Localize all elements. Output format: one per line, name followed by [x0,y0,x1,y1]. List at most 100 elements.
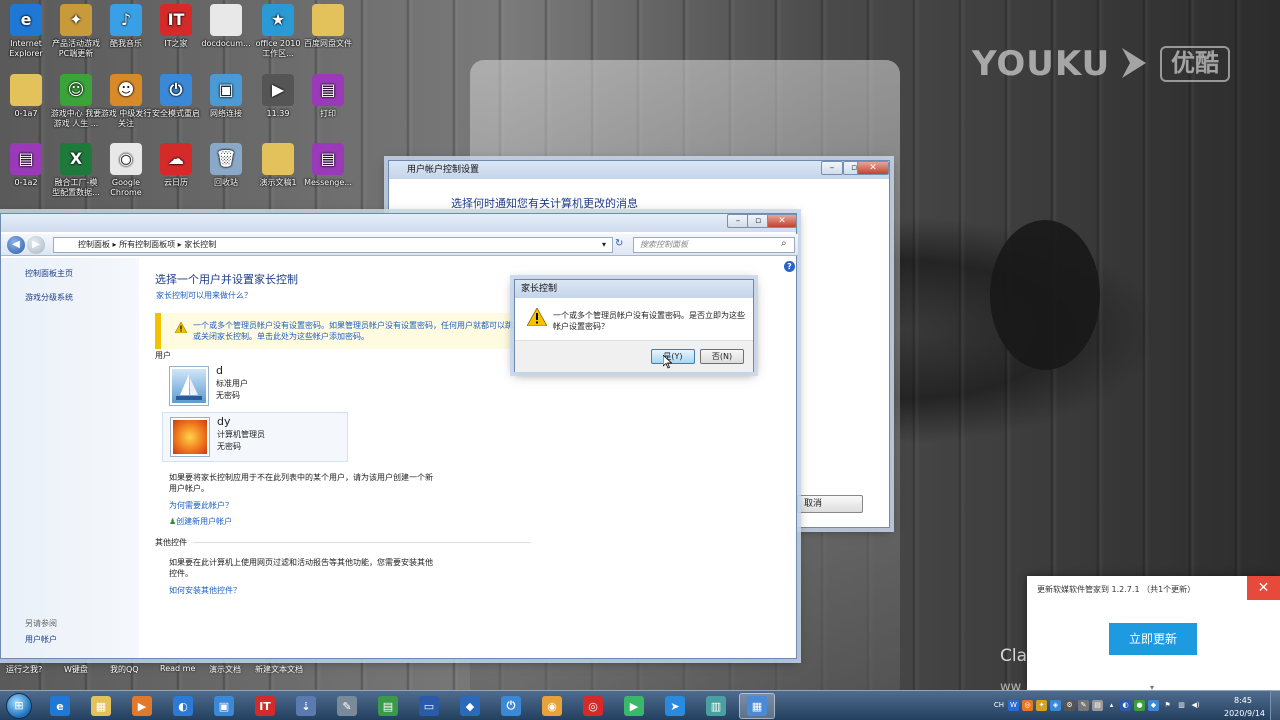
taskbar-app-control-panel[interactable]: ▦ [739,693,775,719]
input-method-icon[interactable]: W [1008,700,1019,711]
quick-link[interactable]: W键盘 [64,664,88,675]
close-button[interactable]: ✕ [767,214,797,228]
forward-arrow-icon[interactable]: ▶ [27,236,45,254]
desktop-icon[interactable]: ☺ 游戏中心 我要游戏 人生 ... [50,74,102,129]
show-hidden-icons-icon[interactable]: ▴ [1106,700,1117,711]
dialog-titlebar[interactable]: 家长控制 [515,280,753,298]
tray-app-icon[interactable]: ✎ [1078,700,1089,711]
cancel-button[interactable]: 取消 [797,495,863,513]
create-account-link[interactable]: ♟创建新用户帐户 [169,516,232,527]
no-button[interactable]: 否(N) [700,349,744,364]
language-indicator[interactable]: CH [992,700,1006,711]
desktop-icon[interactable]: docdocum... [200,4,252,49]
quick-link[interactable]: 演示文档 [209,664,241,675]
tray-app-icon[interactable]: ◎ [1022,700,1033,711]
desktop-icon[interactable]: ★ office 2010 工作区... [252,4,304,59]
taskbar-app-it-home[interactable]: IT [247,693,283,719]
user-tile-dy[interactable]: dy 计算机管理员 无密码 [162,412,348,462]
minimize-button[interactable]: – [727,214,749,228]
desktop-icon[interactable]: ♪ 酷我音乐 [100,4,152,49]
tray-app-icon[interactable]: ◈ [1050,700,1061,711]
sidebar-item-user-accounts[interactable]: 用户帐户 [25,634,57,645]
desktop-icon[interactable]: X 融合工厂-模 型配置数据... [50,143,102,198]
taskbar-app-file-explorer[interactable]: ▦ [83,693,119,719]
desktop-icon[interactable]: 百度网盘文件 [302,4,354,49]
taskbar-app-power-app[interactable]: ⏻ [493,693,529,719]
help-icon[interactable]: ? [784,261,795,272]
flag-icon[interactable]: ⚑ [1162,700,1173,711]
what-can-do-link[interactable]: 家长控制可以用来做什么？ [156,290,252,301]
desktop-icon[interactable]: 🗑 回收站 [200,143,252,188]
show-desktop-button[interactable] [1270,690,1280,720]
network-icon[interactable]: ▥ [1176,700,1187,711]
quick-link[interactable]: 运行之我? [6,664,42,675]
tray-app-icon[interactable]: ⚙ [1064,700,1075,711]
user-tile-d[interactable]: d 标准用户 无密码 [162,362,348,412]
desktop-icon[interactable]: ▤ 0-1a2 [0,143,52,188]
install-other-controls-link[interactable]: 如何安装其他控件？ [169,585,241,596]
desktop-icon[interactable]: 0-1a7 [0,74,52,119]
close-button[interactable]: ✕ [857,161,889,175]
clock-date[interactable]: 2020/9/14 [1224,709,1265,718]
quick-link[interactable]: 我的QQ [110,664,139,675]
taskbar-app-internet-explorer[interactable]: e [42,693,78,719]
maximize-button[interactable]: ▫ [747,214,769,228]
taskbar-app-green-app[interactable]: ▤ [370,693,406,719]
desktop-icon[interactable]: ☻ 游戏 中级发行 关注 [100,74,152,129]
taskbar-app-browser-swirl[interactable]: ◐ [165,693,201,719]
warning-text[interactable]: 一个或多个管理员帐户没有设置密码。如果管理员帐户没有设置密码，任何用户就都可以跳… [193,320,521,342]
taskbar-app-display-settings[interactable]: ▭ [411,693,447,719]
taskbar-app-app-store[interactable]: ▣ [206,693,242,719]
taskbar-app-media-player[interactable]: ▶ [124,693,160,719]
breadcrumb-item[interactable]: 控制面板 [78,240,110,249]
search-input[interactable]: 搜索控制面板 [633,237,795,253]
taskbar-app-messenger[interactable]: ➤ [657,693,693,719]
desktop-icon[interactable]: ▣ 网络连接 [200,74,252,119]
parental-control-dialog[interactable]: 家长控制 一个或多个管理员帐户没有设置密码。是否立即为这些帐户设置密码？ 是(Y… [514,279,754,372]
search-icon[interactable]: ⌕ [781,238,787,249]
taskbar-app-shield-app[interactable]: ◆ [452,693,488,719]
taskbar-app-chrome[interactable]: ◉ [534,693,570,719]
breadcrumb[interactable]: 控制面板 ▸ 所有控制面板项 ▸ 家长控制 ▾ [53,237,613,253]
breadcrumb-item[interactable]: 家长控制 [184,240,216,249]
desktop-icon[interactable]: ▤ Messenge... [302,143,354,188]
desktop-icon[interactable]: ▶ 11.39 [252,74,304,119]
taskbar-app-document-app[interactable]: ▥ [698,693,734,719]
refresh-icon[interactable]: ↻ [615,238,629,252]
close-icon[interactable]: ✕ [1247,576,1280,600]
quick-link[interactable]: 新建文本文档 [255,664,303,675]
quick-link[interactable]: Read me [160,664,195,673]
tray-app-icon[interactable]: ● [1134,700,1145,711]
sidebar-item-game-ratings[interactable]: 游戏分级系统 [25,292,73,303]
tray-app-icon[interactable]: ◆ [1148,700,1159,711]
password-warning-bar[interactable]: 一个或多个管理员帐户没有设置密码。如果管理员帐户没有设置密码，任何用户就都可以跳… [155,313,521,349]
desktop-icon[interactable]: ✦ 产品活动游戏PC端更新 [50,4,102,59]
volume-icon[interactable]: ◀) [1190,700,1201,711]
desktop-icon[interactable]: ☁ 云日历 [150,143,202,188]
back-arrow-icon[interactable]: ◀ [7,236,25,254]
uac-titlebar[interactable]: 用户帐户控制设置 – ▫ ✕ [389,161,889,179]
desktop-icon[interactable]: ◉ Google Chrome [100,143,152,198]
minimize-button[interactable]: – [821,161,843,175]
taskbar-app-netease-music[interactable]: ◎ [575,693,611,719]
desktop-icon[interactable]: IT IT之家 [150,4,202,49]
yes-button[interactable]: 是(Y) [651,349,695,364]
update-notification[interactable]: 更新软媒软件管家到 1.2.7.1 （共1个更新） ✕ 立即更新 [1027,576,1280,690]
taskbar-app-installer[interactable]: ⇣ [288,693,324,719]
tray-app-icon[interactable]: ✦ [1036,700,1047,711]
breadcrumb-item[interactable]: 所有控制面板项 [119,240,175,249]
desktop-icon[interactable]: e Internet Explorer [0,4,52,59]
taskbar-app-video-player[interactable]: ▶ [616,693,652,719]
why-account-link[interactable]: 为何需要此帐户？ [169,500,233,511]
taskbar-app-tools[interactable]: ✎ [329,693,365,719]
cp-titlebar[interactable]: – ▫ ✕ [1,214,797,232]
tray-app-icon[interactable]: ◐ [1120,700,1131,711]
desktop-icon[interactable]: ▤ 打印 [302,74,354,119]
clock-time[interactable]: 8:45 [1234,696,1252,705]
start-button[interactable]: ⊞ [6,693,32,719]
desktop-icon[interactable]: ⏻ 安全模式重启 [150,74,202,119]
update-now-button[interactable]: 立即更新 [1109,623,1197,655]
sidebar-item-home[interactable]: 控制面板主页 [25,268,73,279]
desktop-icon[interactable]: 演示文稿1 [252,143,304,188]
dropdown-arrow-icon[interactable]: ▾ [602,238,606,252]
